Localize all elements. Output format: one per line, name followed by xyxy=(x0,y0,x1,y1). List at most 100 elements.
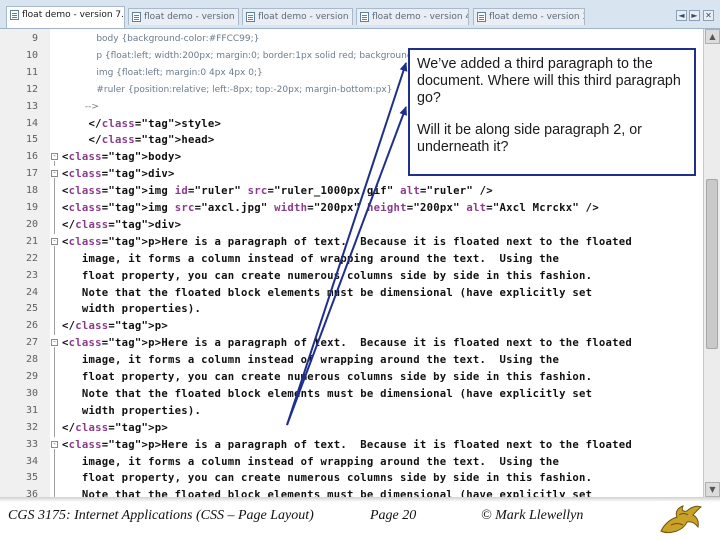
code-line[interactable]: 33 - <class="tag">p>Here is a paragraph of… xyxy=(0,437,700,454)
footer-divider xyxy=(0,497,720,502)
document-icon xyxy=(477,12,486,22)
code-line[interactable]: 34 image, it forms a column instead of w… xyxy=(0,454,700,471)
code-line[interactable]: 29 float property, you can create numero… xyxy=(0,369,700,386)
code-text: <class="tag">img src="axcl.jpg" width="2… xyxy=(62,202,599,214)
code-text: <class="tag">p>Here is a paragraph of te… xyxy=(62,235,633,248)
code-text: <class="tag">img id="ruler" src="ruler_1… xyxy=(62,185,493,198)
code-line[interactable]: 26 </class="tag">p> xyxy=(0,318,700,335)
code-line[interactable]: 23 float property, you can create numero… xyxy=(0,268,700,285)
line-number: 25 xyxy=(25,303,38,315)
line-number: 12 xyxy=(25,83,38,95)
fold-toggle-icon[interactable]: - xyxy=(51,339,58,347)
line-number: 36 xyxy=(25,489,38,497)
code-line[interactable]: 24 Note that the floated block elements … xyxy=(0,285,700,302)
code-line[interactable]: 21 - <class="tag">p>Here is a paragraph of… xyxy=(0,234,700,251)
code-text: float property, you can create numerous … xyxy=(62,371,593,383)
code-line[interactable]: 35 float property, you can create numero… xyxy=(0,470,700,487)
code-line[interactable]: 36 Note that the floated block elements … xyxy=(0,487,700,497)
code-text: image, it forms a column instead of wrap… xyxy=(62,354,560,367)
code-line[interactable]: 25 width properties). xyxy=(0,301,700,318)
code-line[interactable]: 19 <class="tag">img src="axcl.jpg" width=… xyxy=(0,200,700,217)
line-number: 24 xyxy=(25,286,38,298)
fold-toggle-icon[interactable]: - xyxy=(51,170,58,178)
scroll-up-button[interactable]: ▲ xyxy=(705,29,720,44)
code-text: <class="tag">p>Here is a paragraph of te… xyxy=(62,337,633,350)
fold-toggle-icon[interactable]: - xyxy=(51,153,58,161)
code-line[interactable]: 18 <class="tag">img id="ruler" src="ruler… xyxy=(0,183,700,200)
editor-tab-bar: float demo - version 7.html float demo -… xyxy=(0,0,720,29)
code-line[interactable]: 28 image, it forms a column instead of w… xyxy=(0,352,700,369)
tab-label: float demo - version 4.html xyxy=(372,12,468,22)
line-number: 14 xyxy=(25,117,38,129)
author-credit: © Mark Llewellyn xyxy=(481,508,584,523)
tab-float-demo-6[interactable]: float demo - version 6.html xyxy=(128,8,239,25)
page-number: Page 20 xyxy=(370,508,417,523)
pegasus-logo-icon xyxy=(657,501,703,537)
code-text: img {float:left; margin:0 4px 4px 0;} xyxy=(62,67,263,78)
code-text: --> xyxy=(62,101,99,112)
tab-scroll-left-button[interactable]: ◄ xyxy=(676,10,687,21)
code-text: width properties). xyxy=(62,303,202,316)
document-icon xyxy=(10,10,19,20)
annotation-callout: We’ve added a third paragraph to the doc… xyxy=(408,48,696,176)
code-text: Note that the floated block elements mus… xyxy=(62,286,593,299)
line-number: 19 xyxy=(25,202,38,213)
tab-float-demo-7[interactable]: float demo - version 7.html xyxy=(6,6,125,28)
line-number: 28 xyxy=(25,354,38,366)
line-number: 27 xyxy=(25,337,38,349)
callout-question-2: Will it be along side paragraph 2, or un… xyxy=(417,122,642,155)
code-text: <class="tag">div> xyxy=(62,168,175,181)
tab-scroll-right-button[interactable]: ► xyxy=(689,10,700,21)
code-text: image, it forms a column instead of wrap… xyxy=(62,455,560,468)
scroll-down-button[interactable]: ▼ xyxy=(705,482,720,497)
tab-float-demo-4[interactable]: float demo - version 4.html xyxy=(356,8,469,25)
code-text: </class="tag">head> xyxy=(62,134,215,147)
code-text: <class="tag">p>Here is a paragraph of te… xyxy=(62,438,633,451)
line-number: 30 xyxy=(25,387,38,399)
course-title: CGS 3175: Internet Applications (CSS – P… xyxy=(8,508,314,523)
line-number: 13 xyxy=(25,100,38,112)
code-text: image, it forms a column instead of wrap… xyxy=(62,252,560,265)
line-number: 35 xyxy=(25,472,38,484)
code-text: float property, you can create numerous … xyxy=(62,472,593,485)
vertical-scrollbar[interactable]: ▲ ▼ xyxy=(703,29,720,497)
line-number: 22 xyxy=(25,252,38,264)
line-number: 20 xyxy=(25,218,38,230)
tab-float-demo-3[interactable]: float demo - version 3.html xyxy=(473,8,585,25)
tab-label: float demo - version 3.html xyxy=(489,12,584,22)
code-line[interactable]: 32 </class="tag">p> xyxy=(0,420,700,437)
code-text: Note that the floated block elements mus… xyxy=(62,387,593,400)
code-text: width properties). xyxy=(62,404,202,417)
line-number: 16 xyxy=(25,151,38,163)
slide-footer: CGS 3175: Internet Applications (CSS – P… xyxy=(0,497,720,540)
line-number: 18 xyxy=(25,185,38,197)
chevron-right-icon: ► xyxy=(691,11,698,20)
line-number: 9 xyxy=(31,33,38,44)
code-line[interactable]: 31 width properties). xyxy=(0,403,700,420)
document-icon xyxy=(246,12,255,22)
line-number: 34 xyxy=(25,455,38,467)
scroll-thumb[interactable] xyxy=(706,179,718,349)
code-line[interactable]: 20 </class="tag">div> xyxy=(0,217,700,234)
code-line[interactable]: 22 image, it forms a column instead of w… xyxy=(0,251,700,268)
code-text: </class="tag">p> xyxy=(62,320,169,333)
line-number: 10 xyxy=(25,49,38,61)
line-number: 33 xyxy=(25,438,38,450)
callout-question-1: We’ve added a third paragraph to the doc… xyxy=(417,56,681,106)
code-text: <class="tag">body> xyxy=(62,151,182,164)
tab-label: float demo - version 7.html xyxy=(22,10,124,20)
code-line[interactable]: 27 - <class="tag">p>Here is a paragraph of… xyxy=(0,335,700,352)
line-number: 32 xyxy=(25,421,38,433)
tab-float-demo-5[interactable]: float demo - version 5.html xyxy=(242,8,353,25)
line-number: 11 xyxy=(25,66,38,78)
code-line[interactable]: 9 body {background-color:#FFCC99;} xyxy=(0,31,700,48)
close-tab-button[interactable]: ✕ xyxy=(703,10,714,21)
line-number: 29 xyxy=(25,371,38,382)
tab-label: float demo - version 5.html xyxy=(258,12,352,22)
code-text: float property, you can create numerous … xyxy=(62,269,593,282)
document-icon xyxy=(360,12,369,22)
fold-toggle-icon[interactable]: - xyxy=(51,237,58,245)
code-line[interactable]: 30 Note that the floated block elements … xyxy=(0,386,700,403)
fold-toggle-icon[interactable]: - xyxy=(51,440,58,448)
line-number: 23 xyxy=(25,269,38,281)
